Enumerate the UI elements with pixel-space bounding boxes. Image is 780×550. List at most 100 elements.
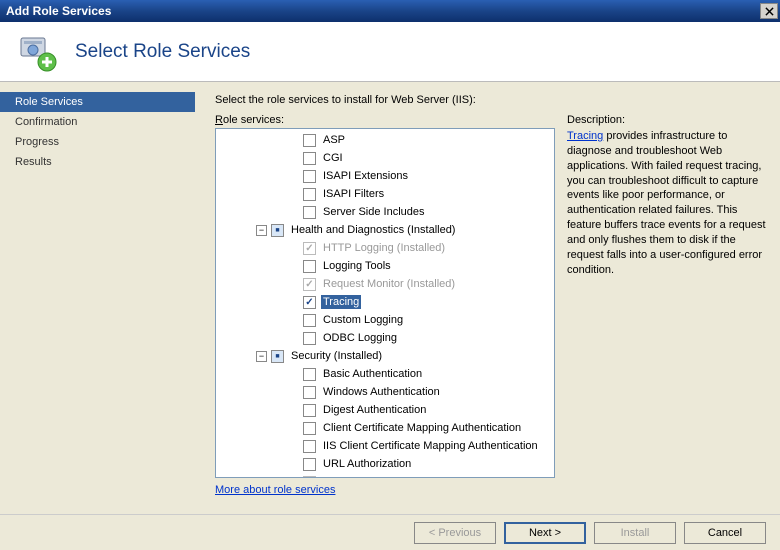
tree-checkbox [303,476,316,479]
tree-item-label[interactable]: Security (Installed) [289,349,384,363]
tree-item-label[interactable]: ISAPI Filters [321,187,386,201]
tree-label: Role services: [215,114,555,126]
tree-item-label[interactable]: Custom Logging [321,313,405,327]
tree-item-label[interactable]: HTTP Logging (Installed) [321,241,447,255]
expand-spacer [288,261,299,272]
step-confirmation[interactable]: Confirmation [0,112,195,132]
tree-checkbox[interactable] [303,404,316,417]
window-title: Add Role Services [6,4,111,18]
expand-spacer [288,369,299,380]
tree-item-label[interactable]: Client Certificate Mapping Authenticatio… [321,421,523,435]
expand-spacer [288,441,299,452]
tree-checkbox[interactable] [303,170,316,183]
expand-spacer [288,315,299,326]
tree-item-label[interactable]: Logging Tools [321,259,393,273]
tree-item-label[interactable]: Tracing [321,295,361,309]
tree-checkbox[interactable] [303,314,316,327]
next-button[interactable]: Next > [504,522,586,544]
tree-row[interactable]: Server Side Includes [216,203,554,221]
tree-item-label[interactable]: ODBC Logging [321,331,399,345]
install-button[interactable]: Install [594,522,676,544]
collapse-icon[interactable]: − [256,351,267,362]
tree-checkbox[interactable] [303,152,316,165]
close-icon [765,7,774,16]
collapse-icon[interactable]: − [256,225,267,236]
expand-spacer [288,153,299,164]
tree-row[interactable]: URL Authorization [216,455,554,473]
tree-checkbox[interactable] [303,368,316,381]
tree-row[interactable]: Digest Authentication [216,401,554,419]
expand-spacer [288,405,299,416]
step-results[interactable]: Results [0,152,195,172]
expand-spacer [288,477,299,479]
tree-item-label[interactable]: URL Authorization [321,457,413,471]
tree-item-label[interactable]: ISAPI Extensions [321,169,410,183]
expand-spacer [288,333,299,344]
title-bar: Add Role Services [0,0,780,22]
steps-sidebar: Role ServicesConfirmationProgressResults [0,82,195,512]
tree-item-label[interactable]: ASP [321,133,347,147]
tree-checkbox[interactable] [271,224,284,237]
description-panel: Description: Tracing provides infrastruc… [567,114,768,512]
description-body: provides infrastructure to diagnose and … [567,130,766,276]
tree-row[interactable]: Request Monitor (Installed) [216,275,554,293]
tree-checkbox[interactable] [303,260,316,273]
tree-item-label[interactable]: Digest Authentication [321,403,428,417]
tree-item-label[interactable]: Windows Authentication [321,385,442,399]
tree-row[interactable]: ISAPI Filters [216,185,554,203]
expand-spacer [288,459,299,470]
tree-item-label[interactable]: Health and Diagnostics (Installed) [289,223,457,237]
tree-row[interactable]: Logging Tools [216,257,554,275]
tree-row[interactable]: − Health and Diagnostics (Installed) [216,221,554,239]
content-area: Select the role services to install for … [195,82,780,512]
tree-checkbox[interactable] [303,206,316,219]
tree-item-label[interactable]: IIS Client Certificate Mapping Authentic… [321,439,540,453]
expand-spacer [288,135,299,146]
tree-row[interactable]: Custom Logging [216,311,554,329]
tree-row[interactable]: HTTP Logging (Installed) [216,239,554,257]
tree-row[interactable]: Basic Authentication [216,365,554,383]
tree-item-label[interactable]: Request Monitor (Installed) [321,277,457,291]
expand-spacer [288,279,299,290]
tree-item-label[interactable]: CGI [321,151,345,165]
tree-item-label[interactable]: Basic Authentication [321,367,424,381]
tree-checkbox[interactable] [303,134,316,147]
tree-row[interactable]: − Security (Installed) [216,347,554,365]
tree-row[interactable]: Client Certificate Mapping Authenticatio… [216,419,554,437]
tree-checkbox[interactable] [303,296,316,309]
tree-checkbox[interactable] [303,188,316,201]
tree-row[interactable]: IIS Client Certificate Mapping Authentic… [216,437,554,455]
tree-checkbox[interactable] [271,350,284,363]
step-progress[interactable]: Progress [0,132,195,152]
tree-row[interactable]: Tracing [216,293,554,311]
server-role-icon [15,30,59,74]
expand-spacer [288,243,299,254]
tree-checkbox[interactable] [303,422,316,435]
tree-row[interactable]: ASP [216,131,554,149]
expand-spacer [288,423,299,434]
role-services-tree[interactable]: ASP CGI ISAPI Extensions ISAPI Filters Serve… [215,128,555,478]
close-button[interactable] [760,3,778,19]
tree-checkbox[interactable] [303,458,316,471]
description-link[interactable]: Tracing [567,130,603,142]
tree-checkbox[interactable] [303,386,316,399]
tree-row[interactable]: CGI [216,149,554,167]
previous-button[interactable]: < Previous [414,522,496,544]
step-role-services[interactable]: Role Services [0,92,195,112]
tree-checkbox [303,242,316,255]
tree-item-label[interactable]: Request Filtering (Installed) [321,475,460,478]
cancel-button[interactable]: Cancel [684,522,766,544]
tree-checkbox[interactable] [303,332,316,345]
tree-column: Role services: ASP CGI ISAPI Extensions ISA… [215,114,555,512]
instruction-text: Select the role services to install for … [215,94,768,106]
more-about-link[interactable]: More about role services [215,484,555,496]
expand-spacer [288,189,299,200]
tree-checkbox[interactable] [303,440,316,453]
tree-item-label[interactable]: Server Side Includes [321,205,427,219]
tree-row[interactable]: Windows Authentication [216,383,554,401]
tree-row[interactable]: ODBC Logging [216,329,554,347]
tree-row[interactable]: ISAPI Extensions [216,167,554,185]
wizard-header: Select Role Services [0,22,780,82]
tree-row[interactable]: Request Filtering (Installed) [216,473,554,478]
expand-spacer [288,171,299,182]
